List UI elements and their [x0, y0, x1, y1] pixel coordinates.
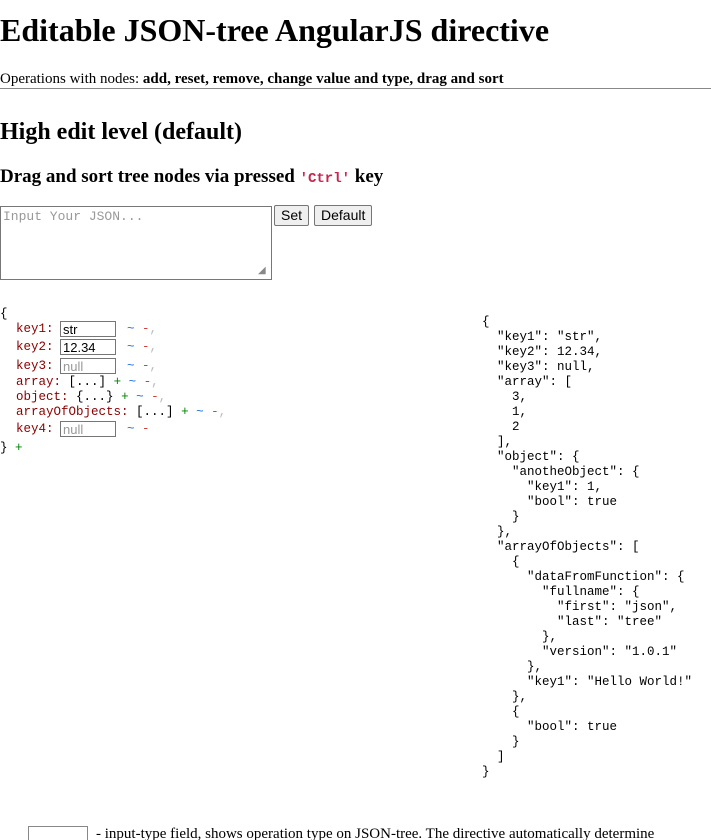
key3-controls: ~ -, — [127, 358, 157, 375]
tree-key[interactable]: key3: — [16, 359, 54, 373]
section-divider — [0, 88, 711, 89]
key1-controls: ~ -, — [127, 321, 157, 338]
intro-text: Operations with nodes: add, reset, remov… — [0, 70, 504, 88]
remove-icon[interactable]: - — [142, 359, 150, 373]
comma: , — [149, 359, 158, 373]
page-title: Editable JSON-tree AngularJS directive — [0, 12, 550, 48]
tree-row-key1: key1: — [16, 321, 54, 338]
reset-icon[interactable]: ~ — [136, 390, 144, 404]
json-output: { "key1": "str", "key2": 12.34, "key3": … — [482, 315, 693, 779]
remove-icon[interactable]: - — [142, 322, 150, 336]
remove-icon[interactable]: - — [142, 422, 150, 436]
reset-icon[interactable]: ~ — [129, 375, 137, 389]
comma: , — [218, 405, 227, 419]
tree-row-arrayofobjects: arrayOfObjects: [...] + ~ -, — [16, 404, 226, 421]
tree-open-brace: { — [0, 307, 8, 321]
intro-prefix: Operations with nodes: — [0, 71, 143, 87]
key2-value-input[interactable] — [60, 339, 116, 355]
tree-row-key4: key4: — [16, 421, 54, 438]
tree-key[interactable]: key4: — [16, 422, 54, 436]
remove-icon[interactable]: - — [151, 390, 159, 404]
tree-close-brace: } — [0, 441, 8, 455]
section-title: High edit level (default) — [0, 119, 242, 145]
remove-icon[interactable]: - — [211, 405, 219, 419]
add-icon[interactable]: + — [181, 405, 189, 419]
subtitle-before: Drag and sort tree nodes via pressed — [0, 166, 300, 187]
tree-key[interactable]: object: — [16, 390, 69, 404]
add-icon[interactable]: + — [121, 390, 129, 404]
reset-icon[interactable]: ~ — [127, 422, 135, 436]
set-button[interactable]: Set — [274, 205, 310, 226]
tree-close-row: } + — [0, 440, 23, 457]
intro-operations: add, reset, remove, change value and typ… — [142, 71, 504, 87]
collapsed-object-toggle[interactable]: {...} — [76, 390, 114, 404]
tree-key[interactable]: array: — [16, 375, 61, 389]
tree-key[interactable]: arrayOfObjects: — [16, 405, 129, 419]
key4-value-input[interactable] — [60, 421, 116, 437]
comma: , — [149, 340, 158, 354]
collapsed-array-toggle[interactable]: [...] — [69, 375, 107, 389]
remove-icon[interactable]: - — [142, 340, 150, 354]
reset-icon[interactable]: ~ — [127, 322, 135, 336]
reset-icon[interactable]: ~ — [127, 340, 135, 354]
collapsed-array-toggle[interactable]: [...] — [136, 405, 174, 419]
add-icon[interactable]: + — [15, 441, 23, 455]
ctrl-key-code: 'Ctrl' — [299, 171, 351, 187]
add-icon[interactable]: + — [114, 375, 122, 389]
section-subtitle: Drag and sort tree nodes via pressed 'Ct… — [0, 166, 383, 190]
subtitle-after: key — [350, 166, 384, 187]
reset-icon[interactable]: ~ — [196, 405, 204, 419]
comma: , — [149, 322, 158, 336]
key4-controls: ~ - — [127, 421, 150, 438]
tree-key[interactable]: key2: — [16, 340, 54, 354]
comma: , — [158, 390, 167, 404]
default-button[interactable]: Default — [314, 205, 373, 226]
json-input-textarea[interactable] — [0, 206, 272, 280]
key3-value-input[interactable] — [60, 358, 116, 374]
key2-controls: ~ -, — [127, 339, 157, 356]
tree-row-key2: key2: — [16, 339, 54, 356]
tree-key[interactable]: key1: — [16, 322, 54, 336]
comma: , — [151, 375, 159, 389]
remove-icon[interactable]: - — [144, 375, 152, 389]
resize-grip-icon[interactable]: ◢ — [258, 266, 268, 276]
reset-icon[interactable]: ~ — [127, 359, 135, 373]
key1-value-input[interactable] — [60, 321, 116, 337]
tree-row-key3: key3: — [16, 358, 54, 375]
